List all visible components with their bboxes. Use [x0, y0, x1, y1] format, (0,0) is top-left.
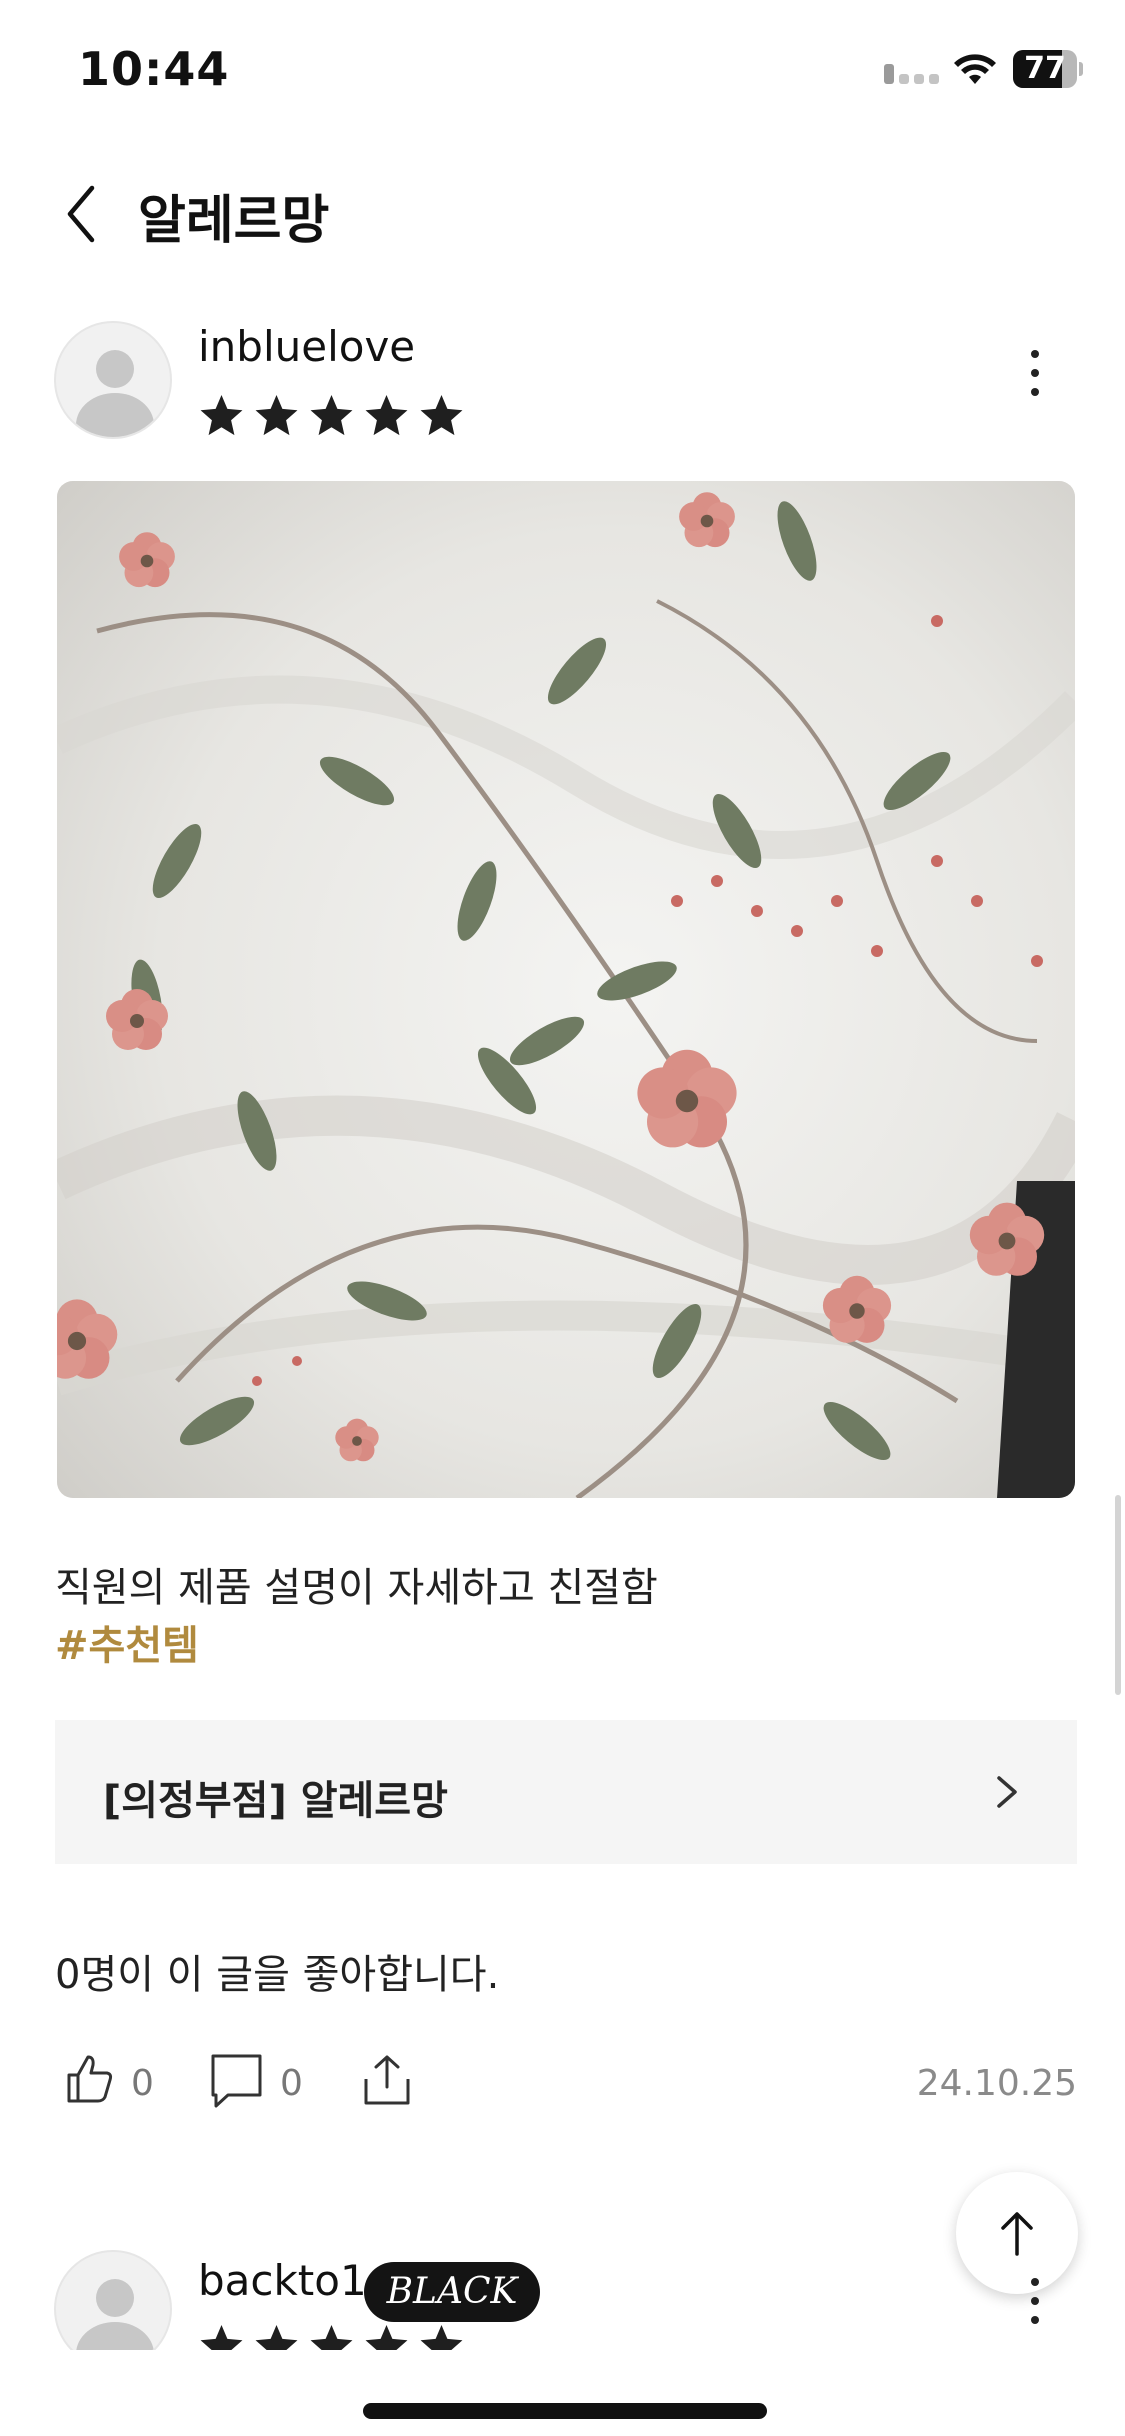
- back-button[interactable]: [54, 170, 114, 250]
- review-detail-screen: 10:44 77 알레르망 inbluelove 직원의 제품 설명이 자세하고…: [0, 0, 1125, 2436]
- star-icon: [420, 394, 463, 436]
- more-options-button[interactable]: [1015, 338, 1055, 408]
- review-actions: 0 0 24.10.25: [55, 2045, 1077, 2121]
- thumbs-up-icon: [67, 2055, 113, 2103]
- home-indicator[interactable]: [363, 2403, 767, 2419]
- comment-icon: [211, 2054, 262, 2108]
- floral-bedding-photo: [57, 481, 1075, 1498]
- likes-summary: 0명이 이 글을 좋아합니다.: [55, 1952, 500, 1998]
- cellular-signal-icon: [884, 64, 940, 84]
- battery-icon: 77: [1013, 50, 1083, 88]
- hashtag-link[interactable]: #추천템: [55, 1613, 199, 1671]
- chevron-right-icon: [997, 1776, 1017, 1808]
- next-review-username[interactable]: backto1: [198, 2256, 367, 2305]
- page-title: 알레르망: [138, 191, 330, 251]
- like-button[interactable]: 0: [55, 2045, 165, 2121]
- review-username[interactable]: inbluelove: [198, 322, 415, 371]
- star-icon: [255, 394, 298, 436]
- status-bar: 10:44 77: [0, 0, 1125, 135]
- share-button[interactable]: [360, 2045, 430, 2121]
- star-icon: [365, 394, 408, 436]
- review-date: 24.10.25: [916, 2063, 1077, 2104]
- review-text: 직원의 제품 설명이 자세하고 친절함: [55, 1565, 658, 1611]
- share-icon: [364, 2055, 410, 2105]
- rating-stars: [198, 392, 465, 439]
- comment-button[interactable]: 0: [210, 2045, 320, 2121]
- review-photo[interactable]: [57, 481, 1075, 1498]
- like-count: 0: [131, 2063, 154, 2104]
- battery-level: 77: [1024, 51, 1066, 86]
- star-icon: [200, 394, 243, 436]
- scrollbar[interactable]: [1115, 1495, 1121, 1695]
- next-review-more-options-button[interactable]: [1015, 2266, 1055, 2336]
- chevron-left-icon: [67, 185, 95, 243]
- arrow-up-icon: [1001, 2212, 1033, 2256]
- star-icon: [310, 394, 353, 436]
- store-link-label: [의정부점] 알레르망: [103, 1778, 448, 1824]
- membership-badge: BLACK: [364, 2262, 540, 2322]
- comment-count: 0: [280, 2063, 303, 2104]
- avatar[interactable]: [54, 321, 172, 439]
- bottom-fade: [0, 2350, 1125, 2436]
- store-link[interactable]: [의정부점] 알레르망: [55, 1720, 1077, 1864]
- status-time: 10:44: [78, 42, 230, 96]
- top-nav-bar: 알레르망: [0, 160, 1125, 260]
- wifi-icon: [954, 54, 996, 84]
